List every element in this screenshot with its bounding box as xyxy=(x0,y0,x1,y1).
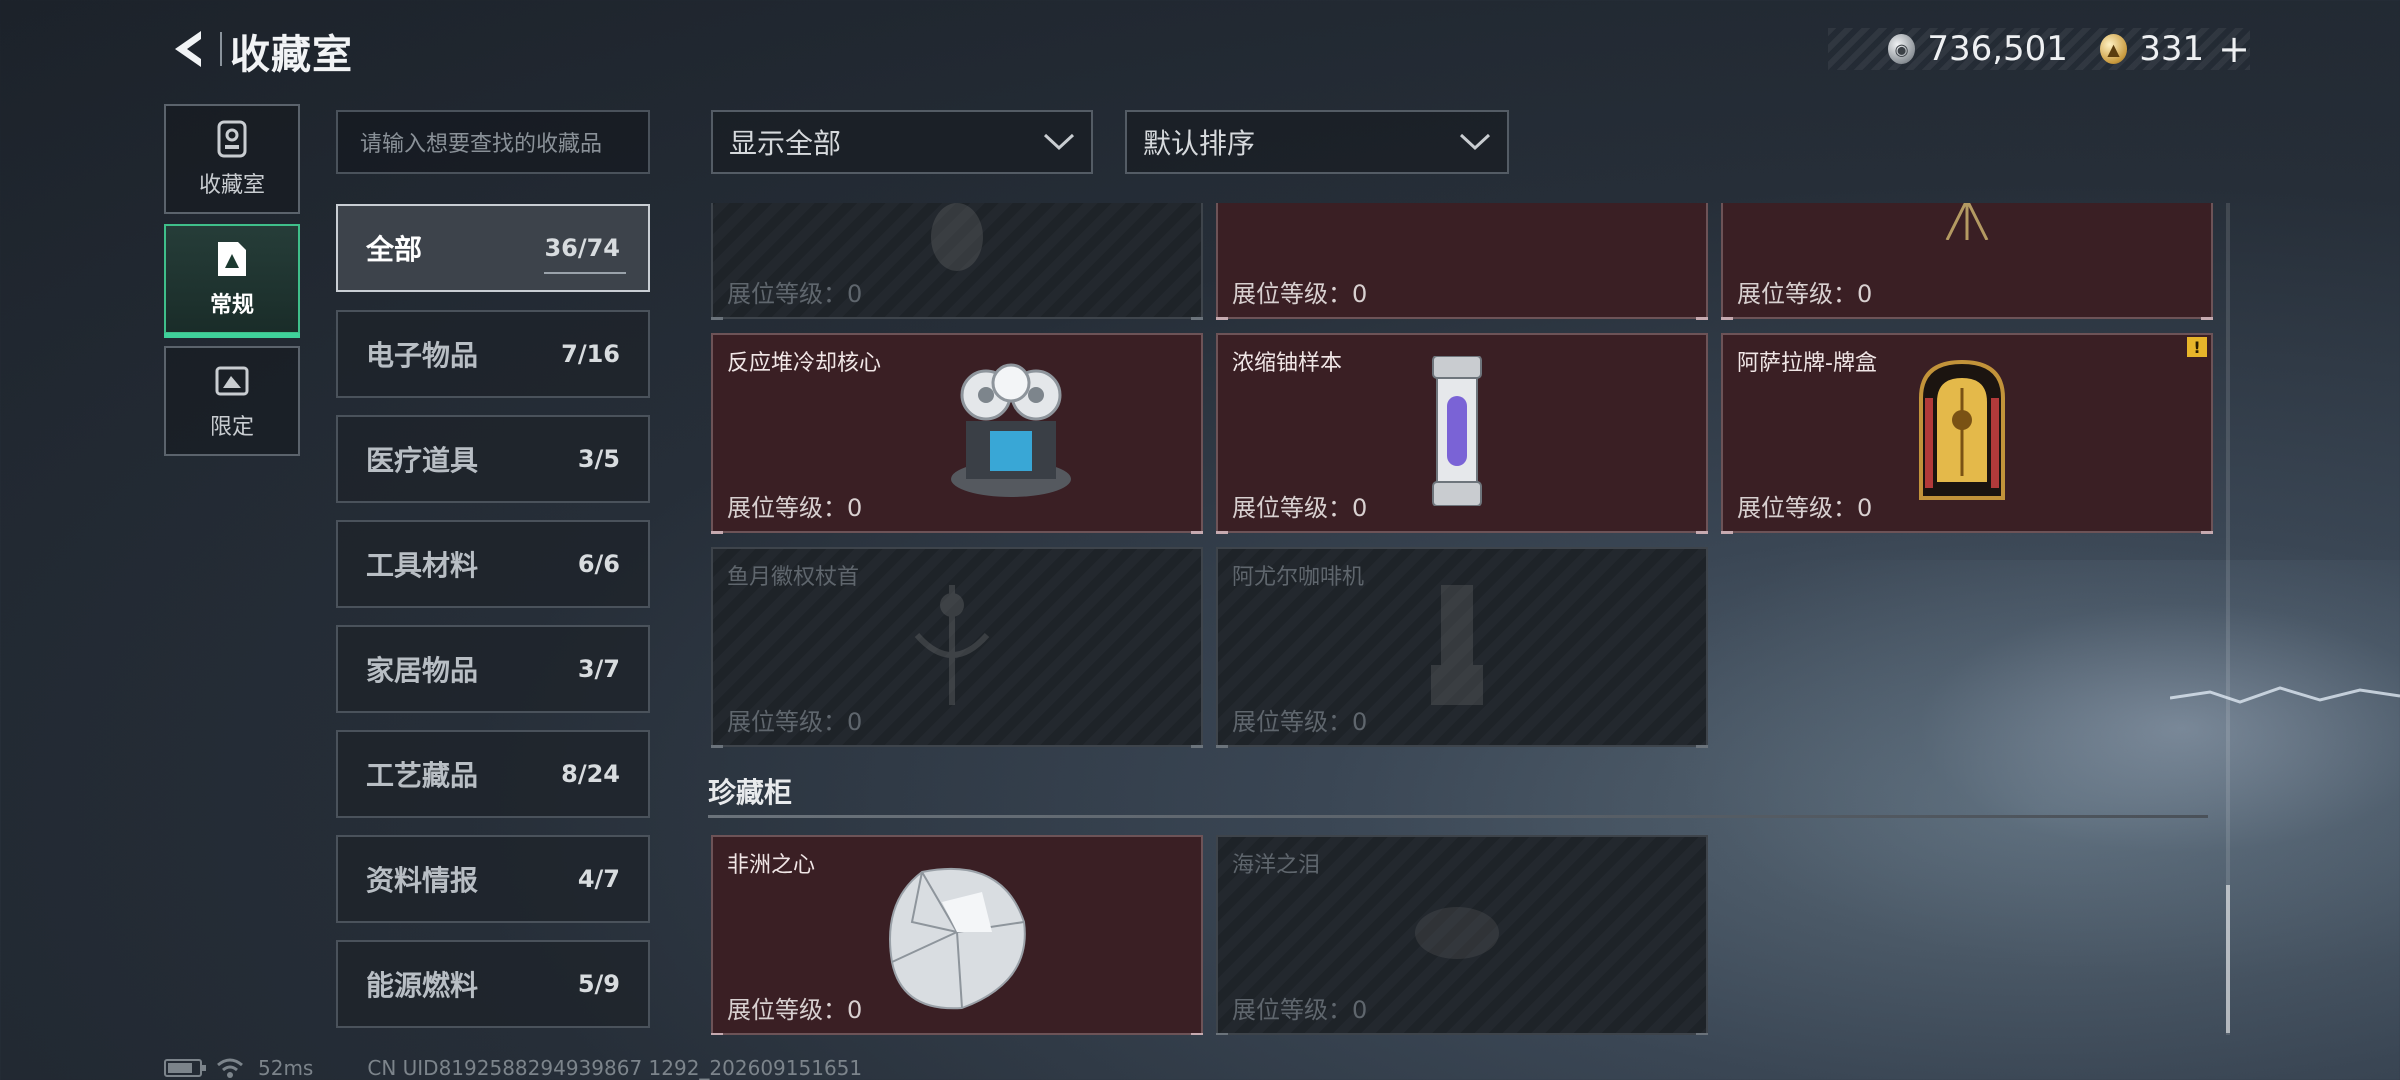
collection-card[interactable]: 阿尤尔咖啡机 展位等级：0 xyxy=(1216,547,1708,748)
collection-card[interactable]: 鱼月徽权杖首 展位等级：0 xyxy=(711,547,1203,748)
category-name: 工艺藏品 xyxy=(366,759,479,792)
card-name: 阿尤尔咖啡机 xyxy=(1232,565,1365,590)
category-name: 电子物品 xyxy=(366,339,479,372)
chevron-down-icon xyxy=(1459,133,1491,151)
status-footer: 52ms CN UID8192588294939867 1292_2026091… xyxy=(164,1056,862,1080)
card-level: 展位等级：0 xyxy=(1737,280,1873,308)
sort-dropdown[interactable]: 默认排序 xyxy=(1125,110,1509,174)
card-level: 展位等级：0 xyxy=(1232,280,1368,308)
section-title: 珍藏柜 xyxy=(708,776,793,809)
category-count: 36/74 xyxy=(544,234,620,262)
card-level: 展位等级：0 xyxy=(1232,494,1368,522)
category-count: 7/16 xyxy=(561,340,620,368)
back-button[interactable] xyxy=(160,26,214,72)
category-count: 4/7 xyxy=(577,865,620,893)
card-box-icon xyxy=(1917,358,2007,508)
card-name: 反应堆冷却核心 xyxy=(727,351,882,376)
ping-value: 52ms xyxy=(258,1056,314,1080)
coffee-machine-icon xyxy=(1427,585,1487,709)
category-crafts[interactable]: 工艺藏品 8/24 xyxy=(336,730,650,818)
treasure-card[interactable]: 非洲之心 展位等级：0 xyxy=(711,835,1203,1035)
display-filter-dropdown[interactable]: 显示全部 xyxy=(711,110,1093,174)
card-level: 展位等级：0 xyxy=(727,708,863,736)
category-electronics[interactable]: 电子物品 7/16 xyxy=(336,310,650,398)
card-level: 展位等级：0 xyxy=(1737,494,1873,522)
category-energy[interactable]: 能源燃料 5/9 xyxy=(336,940,650,1028)
category-name: 医疗道具 xyxy=(366,444,479,477)
limited-icon xyxy=(212,361,252,401)
side-tab-regular[interactable]: 常规 xyxy=(164,224,300,338)
reactor-core-icon xyxy=(946,361,1076,505)
card-level: 展位等级：0 xyxy=(727,494,863,522)
category-name: 工具材料 xyxy=(366,549,479,582)
collection-card[interactable]: 反应堆冷却核心 展位等级：0 xyxy=(711,333,1203,534)
collection-card[interactable]: 展位等级：0 xyxy=(1216,203,1708,320)
gold-coin-icon: ▲ xyxy=(2099,34,2128,64)
collection-card[interactable]: 浓缩铀样本 展位等级：0 xyxy=(1216,333,1708,534)
card-name: 鱼月徽权杖首 xyxy=(727,565,860,590)
collection-grid: 展位等级：0 展位等级：0 展位等级：0 反应堆冷却核心 展位等级：0 浓缩铀样… xyxy=(708,203,2216,1035)
add-currency-button[interactable]: + xyxy=(2218,27,2250,71)
regular-icon xyxy=(212,239,252,279)
card-level: 展位等级：0 xyxy=(727,280,863,308)
category-all[interactable]: 全部 36/74 xyxy=(336,204,650,292)
uranium-capsule-icon xyxy=(1425,355,1489,510)
category-household[interactable]: 家居物品 3/7 xyxy=(336,625,650,713)
category-intel[interactable]: 资料情报 4/7 xyxy=(336,835,650,923)
side-tab-collection-room[interactable]: 收藏室 xyxy=(164,104,300,214)
dropdown-value: 显示全部 xyxy=(729,127,842,160)
silver-currency-value: 736,501 xyxy=(1927,29,2068,69)
category-count: 8/24 xyxy=(561,760,620,788)
category-name: 资料情报 xyxy=(366,864,479,897)
wifi-icon xyxy=(217,1058,243,1078)
card-name: 非洲之心 xyxy=(727,853,816,878)
collection-card[interactable]: 展位等级：0 xyxy=(711,203,1203,320)
golden-relic-icon xyxy=(922,203,992,281)
category-name: 能源燃料 xyxy=(366,969,479,1002)
category-name: 全部 xyxy=(366,233,423,266)
collection-room-icon xyxy=(212,119,252,159)
card-level: 展位等级：0 xyxy=(1232,996,1368,1024)
category-count: 5/9 xyxy=(577,970,620,998)
category-tools[interactable]: 工具材料 6/6 xyxy=(336,520,650,608)
tripod-icon xyxy=(1937,203,1997,244)
section-divider xyxy=(708,815,2208,818)
currency-bar: ◉ 736,501 ▲ 331 + xyxy=(1828,27,2250,71)
collection-card[interactable]: 展位等级：0 xyxy=(1721,203,2213,320)
gold-currency-value: 331 xyxy=(2139,29,2205,69)
card-name: 浓缩铀样本 xyxy=(1232,351,1343,376)
side-tab-label: 限定 xyxy=(209,415,254,440)
card-level: 展位等级：0 xyxy=(727,996,863,1024)
category-medical[interactable]: 医疗道具 3/5 xyxy=(336,415,650,503)
side-tab-label: 收藏室 xyxy=(198,173,265,198)
category-count: 3/5 xyxy=(577,445,620,473)
category-name: 家居物品 xyxy=(366,654,479,687)
diamond-icon xyxy=(882,862,1032,1016)
treasure-card[interactable]: 海洋之泪 展位等级：0 xyxy=(1216,835,1708,1035)
chevron-down-icon xyxy=(1043,133,1075,151)
user-uid: CN UID8192588294939867 1292_202609151651 xyxy=(367,1056,863,1080)
back-arrow-icon xyxy=(175,31,201,67)
card-name: 阿萨拉牌-牌盒 xyxy=(1737,351,1877,376)
warning-badge: ! xyxy=(2187,337,2207,357)
category-count: 6/6 xyxy=(577,550,620,578)
silver-coin-icon: ◉ xyxy=(1888,34,1916,64)
side-tab-limited[interactable]: 限定 xyxy=(164,346,300,456)
category-count: 3/7 xyxy=(577,655,620,683)
search-input[interactable]: 请输入想要查找的收藏品 xyxy=(336,110,650,174)
ocean-gem-icon xyxy=(1412,903,1502,967)
card-name: 海洋之泪 xyxy=(1232,853,1321,878)
collection-card[interactable]: 阿萨拉牌-牌盒 ! 展位等级：0 xyxy=(1721,333,2213,534)
side-tab-label: 常规 xyxy=(209,293,254,318)
title-divider xyxy=(220,32,222,66)
page-title: 收藏室 xyxy=(230,32,353,78)
battery-icon xyxy=(164,1059,206,1077)
dropdown-value: 默认排序 xyxy=(1143,127,1256,160)
grid-scrollbar-thumb[interactable] xyxy=(2226,885,2230,1033)
scepter-head-icon xyxy=(907,585,997,709)
card-level: 展位等级：0 xyxy=(1232,708,1368,736)
